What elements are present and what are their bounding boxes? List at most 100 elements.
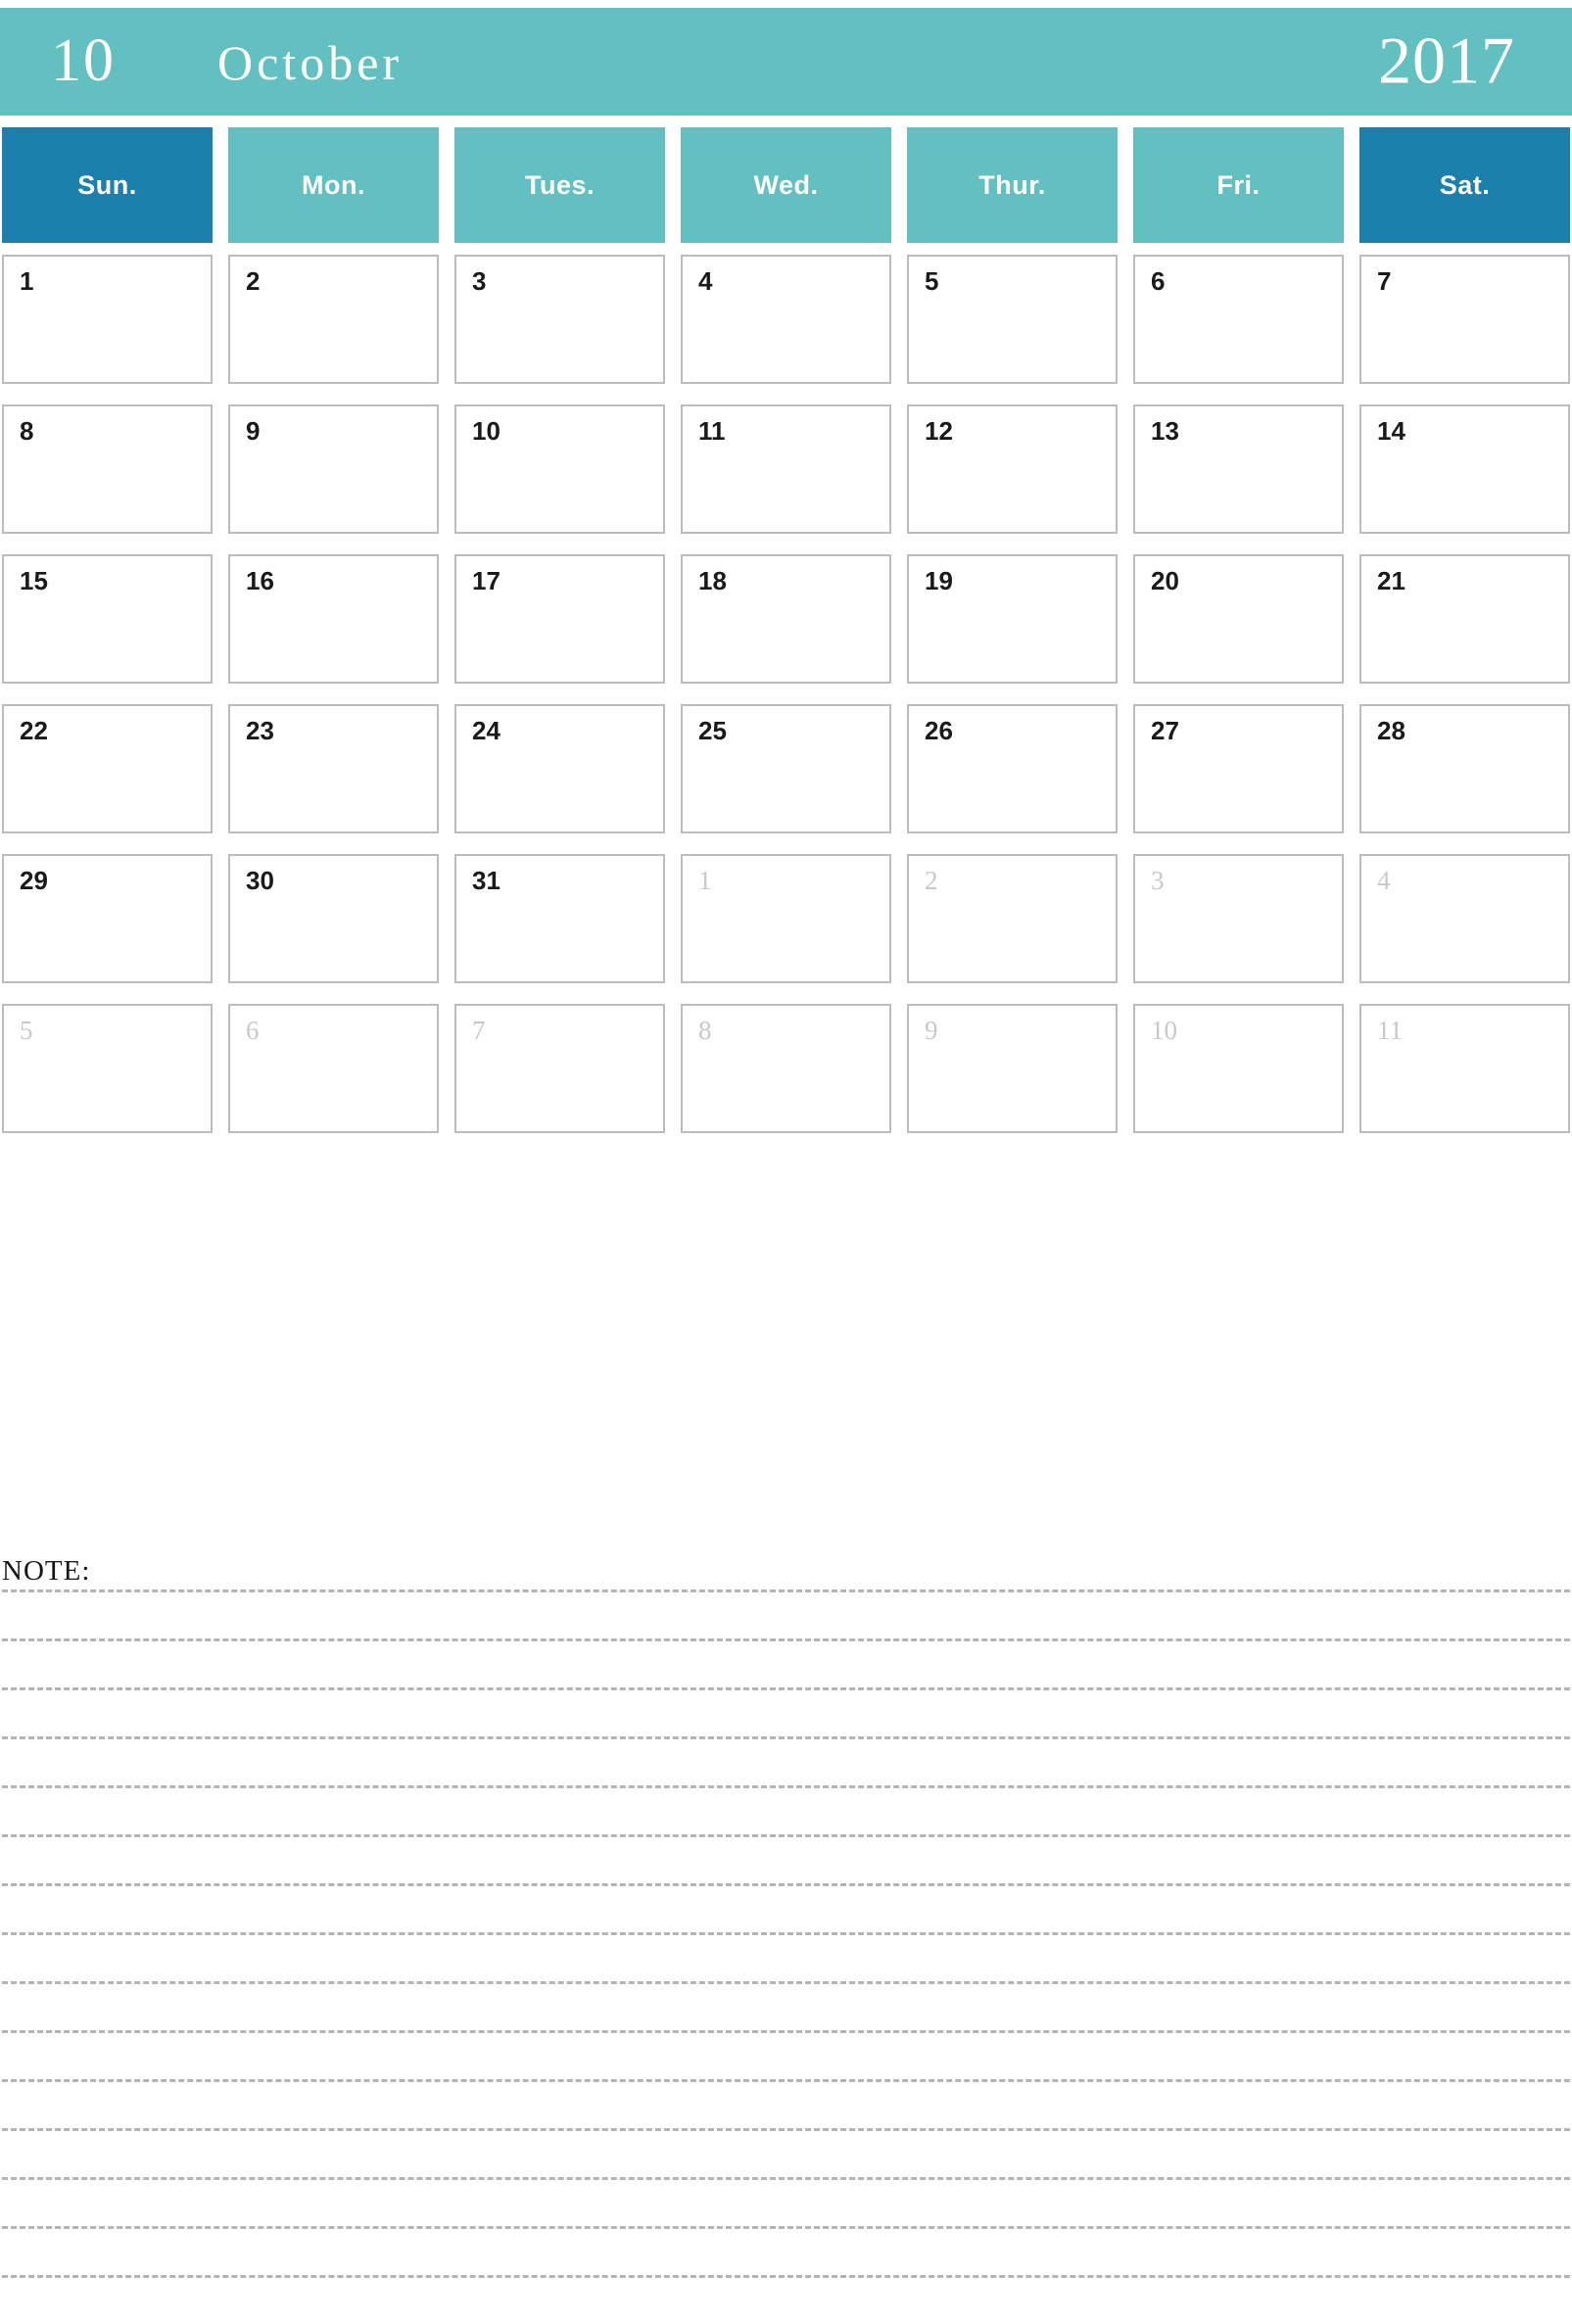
date-cell[interactable]: 6 — [1133, 255, 1344, 384]
date-cell[interactable]: 7 — [1359, 255, 1570, 384]
weekday-header-tues: Tues. — [454, 127, 665, 243]
date-cell[interactable]: 16 — [228, 554, 439, 684]
date-cell[interactable]: 10 — [1133, 1004, 1344, 1133]
date-cell[interactable]: 4 — [1359, 854, 1570, 983]
date-cell[interactable]: 4 — [681, 255, 891, 384]
date-number: 28 — [1377, 716, 1405, 745]
date-number: 20 — [1151, 566, 1179, 595]
weekday-header-sun: Sun. — [2, 127, 213, 243]
date-cell[interactable]: 31 — [454, 854, 665, 983]
date-number: 22 — [20, 716, 48, 745]
date-cell[interactable]: 19 — [907, 554, 1118, 684]
date-number: 5 — [20, 1016, 33, 1045]
date-cell[interactable]: 15 — [2, 554, 213, 684]
date-cell[interactable]: 3 — [1133, 854, 1344, 983]
calendar-header-banner: 10 October 2017 — [0, 8, 1572, 116]
date-number: 4 — [698, 266, 713, 296]
date-number: 18 — [698, 566, 727, 595]
date-cell[interactable]: 18 — [681, 554, 891, 684]
date-number: 21 — [1377, 566, 1405, 595]
date-cell[interactable]: 25 — [681, 704, 891, 833]
note-label: NOTE: — [2, 1555, 91, 1587]
date-cell[interactable]: 14 — [1359, 404, 1570, 534]
date-cell[interactable]: 2 — [907, 854, 1118, 983]
date-number: 6 — [1151, 266, 1166, 296]
note-line[interactable] — [2, 2030, 1570, 2079]
note-line[interactable] — [2, 2128, 1570, 2177]
note-line[interactable] — [2, 1981, 1570, 2030]
note-line[interactable] — [2, 1883, 1570, 1932]
date-number: 31 — [472, 866, 500, 895]
date-cell[interactable]: 8 — [2, 404, 213, 534]
date-number: 15 — [20, 566, 48, 595]
date-cell[interactable]: 12 — [907, 404, 1118, 534]
date-number: 13 — [1151, 416, 1179, 446]
date-number: 5 — [925, 266, 939, 296]
note-line[interactable] — [2, 2079, 1570, 2128]
weekday-header-sat: Sat. — [1359, 127, 1570, 243]
note-line[interactable] — [2, 1736, 1570, 1785]
note-line[interactable] — [2, 2177, 1570, 2226]
date-cell[interactable]: 11 — [681, 404, 891, 534]
note-section: NOTE: — [0, 1557, 1572, 2324]
date-cell[interactable]: 29 — [2, 854, 213, 983]
date-number: 9 — [925, 1016, 938, 1045]
date-cell[interactable]: 7 — [454, 1004, 665, 1133]
date-number: 10 — [1151, 1016, 1177, 1045]
date-cell[interactable]: 11 — [1359, 1004, 1570, 1133]
weekday-header-wed: Wed. — [681, 127, 891, 243]
date-number: 1 — [20, 266, 34, 296]
date-cell[interactable]: 30 — [228, 854, 439, 983]
date-cell[interactable]: 27 — [1133, 704, 1344, 833]
date-number: 3 — [1151, 866, 1165, 895]
note-line[interactable] — [2, 1589, 1570, 1638]
date-cell[interactable]: 24 — [454, 704, 665, 833]
date-cell[interactable]: 13 — [1133, 404, 1344, 534]
date-cell[interactable]: 5 — [907, 255, 1118, 384]
date-cell[interactable]: 22 — [2, 704, 213, 833]
date-number: 8 — [20, 416, 34, 446]
date-cell[interactable]: 5 — [2, 1004, 213, 1133]
date-number: 23 — [246, 716, 274, 745]
date-cell[interactable]: 23 — [228, 704, 439, 833]
date-cell[interactable]: 21 — [1359, 554, 1570, 684]
date-cell[interactable]: 20 — [1133, 554, 1344, 684]
date-number: 7 — [472, 1016, 486, 1045]
date-number: 24 — [472, 716, 500, 745]
date-cell[interactable]: 9 — [907, 1004, 1118, 1133]
header-year: 2017 — [1378, 23, 1515, 98]
note-line[interactable] — [2, 1834, 1570, 1883]
date-cell[interactable]: 1 — [2, 255, 213, 384]
date-cell[interactable]: 10 — [454, 404, 665, 534]
date-cell[interactable]: 28 — [1359, 704, 1570, 833]
note-line[interactable] — [2, 1638, 1570, 1687]
date-cell[interactable]: 6 — [228, 1004, 439, 1133]
date-cell[interactable]: 9 — [228, 404, 439, 534]
date-number: 4 — [1377, 866, 1391, 895]
date-number: 14 — [1377, 416, 1405, 446]
date-number: 27 — [1151, 716, 1179, 745]
date-cell[interactable]: 1 — [681, 854, 891, 983]
date-number: 19 — [925, 566, 953, 595]
note-line[interactable] — [2, 2226, 1570, 2275]
date-number: 7 — [1377, 266, 1392, 296]
date-cell[interactable]: 2 — [228, 255, 439, 384]
date-number: 9 — [246, 416, 261, 446]
note-lines[interactable] — [0, 1589, 1572, 2324]
calendar-page: 10 October 2017 Sun. Mon. Tues. Wed. Thur. Fr… — [0, 0, 1572, 2278]
date-cell[interactable]: 17 — [454, 554, 665, 684]
date-number: 1 — [698, 866, 712, 895]
date-cell[interactable]: 3 — [454, 255, 665, 384]
date-number: 16 — [246, 566, 274, 595]
date-number: 8 — [698, 1016, 712, 1045]
date-cell[interactable]: 8 — [681, 1004, 891, 1133]
weekday-header-row: Sun. Mon. Tues. Wed. Thur. Fri. Sat. — [0, 127, 1572, 243]
date-number: 11 — [1377, 1016, 1403, 1045]
note-line[interactable] — [2, 2275, 1570, 2324]
date-number: 11 — [698, 416, 726, 446]
note-line[interactable] — [2, 1932, 1570, 1981]
note-line[interactable] — [2, 1785, 1570, 1834]
date-cell[interactable]: 26 — [907, 704, 1118, 833]
weekday-header-fri: Fri. — [1133, 127, 1344, 243]
note-line[interactable] — [2, 1687, 1570, 1736]
